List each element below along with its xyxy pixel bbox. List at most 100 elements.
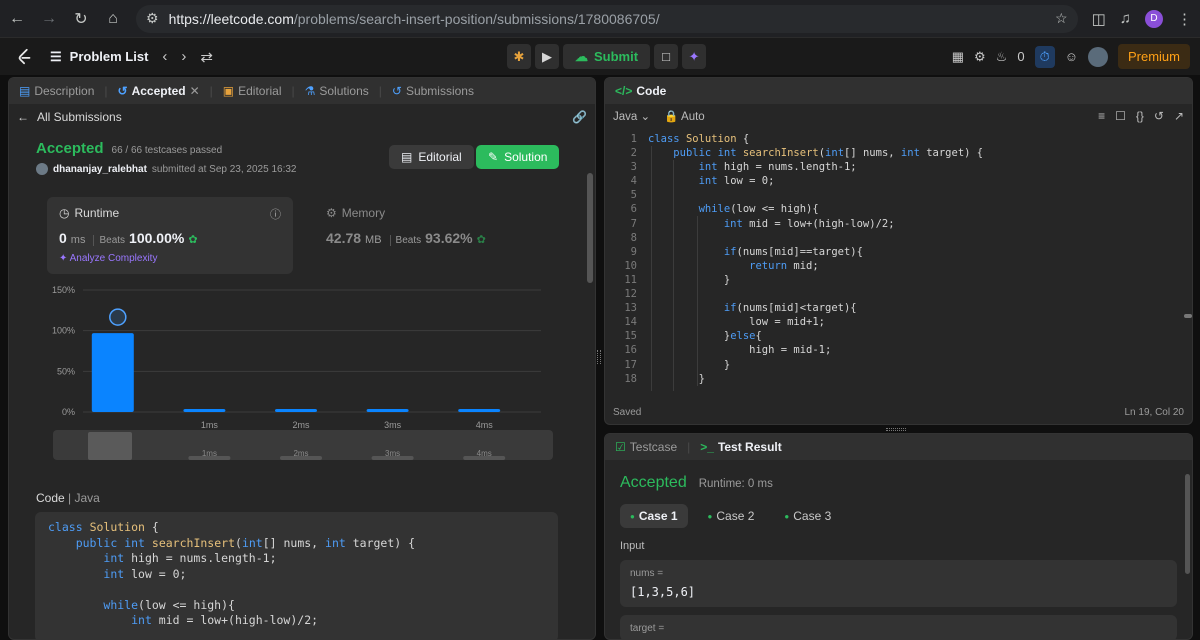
braces-icon[interactable]: {} bbox=[1136, 109, 1144, 123]
debug-button[interactable]: ✱ bbox=[507, 44, 531, 69]
tab-solutions[interactable]: ⚗ Solutions bbox=[301, 84, 373, 98]
bar[interactable] bbox=[275, 409, 317, 412]
run-button[interactable]: ▶ bbox=[535, 44, 559, 69]
editor-toolbar: Java ⌄ 🔒 Auto ≡ ☐ {} ↺ ↗ bbox=[605, 104, 1192, 128]
tab-submissions[interactable]: ↺ Submissions bbox=[388, 84, 478, 98]
tab-divider: | bbox=[291, 84, 295, 98]
play-icon: ▶ bbox=[542, 48, 552, 64]
tab-editorial[interactable]: ▣ Editorial bbox=[219, 84, 286, 98]
notes-button[interactable]: □ bbox=[654, 44, 679, 69]
code-editor[interactable]: 1 2 3 4 5 6 7 8 9 10 11 12 13 14 15 16 17 18 class Soluti… bbox=[605, 132, 1192, 391]
runtime-unit: ms bbox=[70, 234, 86, 246]
fullscreen-icon[interactable]: ↗ bbox=[1174, 109, 1184, 123]
streak-fire-icon[interactable]: ♨ bbox=[996, 49, 1008, 65]
tab-description[interactable]: ▤ Description bbox=[15, 84, 98, 98]
premium-button[interactable]: Premium bbox=[1117, 44, 1190, 69]
line-number: 18 bbox=[624, 372, 637, 385]
submitter-name[interactable]: dhananjay_ralebhat bbox=[53, 164, 147, 175]
language-select[interactable]: Java ⌄ bbox=[613, 109, 650, 123]
y-tick-label: 50% bbox=[57, 366, 75, 376]
line-number: 8 bbox=[630, 231, 637, 244]
line-number: 11 bbox=[624, 273, 637, 286]
y-tick-label: 100% bbox=[52, 326, 75, 336]
leetcode-logo-icon[interactable] bbox=[16, 48, 34, 66]
forward-arrow-icon[interactable]: → bbox=[40, 10, 58, 28]
tab-code[interactable]: </> Code bbox=[611, 84, 670, 98]
bookmark-icon[interactable]: ☐ bbox=[1115, 109, 1126, 123]
bookmark-star-icon[interactable]: ☆ bbox=[1055, 10, 1068, 27]
close-tab-icon[interactable]: ✕ bbox=[190, 84, 200, 98]
tab-testcase[interactable]: ☑ Testcase bbox=[611, 440, 681, 454]
memory-card[interactable]: ⚙ Memory 42.78 MB Beats 93.62% ✿ bbox=[314, 197, 560, 274]
add-friend-icon[interactable]: ☺ bbox=[1065, 49, 1078, 64]
y-tick-label: 0% bbox=[62, 407, 75, 417]
bar[interactable] bbox=[183, 409, 226, 412]
edit-icon: ✎ bbox=[488, 150, 499, 164]
range-handle[interactable] bbox=[88, 432, 132, 460]
input-var-name: target = bbox=[630, 623, 665, 634]
vertical-resize-handle[interactable] bbox=[597, 350, 601, 364]
clock-icon: ◷ bbox=[59, 206, 70, 220]
code-editor-panel: </> Code Java ⌄ 🔒 Auto ≡ ☐ {} ↺ ↗ 1234567… bbox=[604, 77, 1193, 425]
line-number: 9 bbox=[630, 245, 637, 258]
extensions-icon[interactable]: ◫ bbox=[1092, 10, 1106, 28]
info-icon[interactable]: ⓘ bbox=[270, 206, 281, 222]
profile-avatar[interactable]: D bbox=[1145, 9, 1163, 28]
line-number: 1 bbox=[630, 133, 637, 145]
back-arrow-icon[interactable]: ← bbox=[8, 10, 26, 28]
code-brackets-icon: </> bbox=[615, 84, 633, 98]
code-line: int high = nums.length-1; bbox=[698, 161, 857, 174]
share-link-icon[interactable]: 🔗 bbox=[572, 110, 587, 124]
autocomplete-mode[interactable]: 🔒 Auto bbox=[664, 109, 705, 123]
settings-gear-icon[interactable]: ⚙ bbox=[974, 49, 986, 65]
code-line: } bbox=[648, 273, 731, 286]
code-line: }else{ bbox=[648, 330, 762, 343]
case-tab-1[interactable]: ● Case 1 bbox=[620, 504, 688, 528]
media-icon[interactable]: ♫ bbox=[1120, 10, 1131, 27]
bar[interactable] bbox=[366, 409, 409, 412]
code-line: return mid; bbox=[749, 259, 819, 272]
tab-description-label: Description bbox=[34, 84, 95, 98]
tab-accepted[interactable]: ↺ Accepted ✕ bbox=[114, 84, 204, 98]
address-bar[interactable]: ⚙ https://leetcode.com/problems/search-i… bbox=[136, 4, 1078, 33]
menu-dots-icon[interactable]: ⋮ bbox=[1177, 10, 1192, 28]
bar[interactable] bbox=[458, 409, 501, 412]
analyze-complexity-link[interactable]: ✦ Analyze Complexity bbox=[59, 253, 281, 264]
editor-source: class Solution { public int searchInsert… bbox=[648, 132, 983, 386]
submit-button[interactable]: ☁ Submit bbox=[563, 44, 651, 69]
prev-problem-icon[interactable]: ‹ bbox=[162, 48, 167, 65]
all-submissions-link[interactable]: ← All Submissions bbox=[17, 110, 122, 124]
leaf-icon: ✿ bbox=[188, 234, 198, 246]
timer-icon[interactable]: ⏱ bbox=[1034, 45, 1055, 68]
layout-icon[interactable]: ▦ bbox=[952, 49, 964, 65]
solution-button[interactable]: ✎ Solution bbox=[476, 145, 560, 169]
editor-scroll-marker[interactable] bbox=[1184, 314, 1192, 318]
left-scrollbar[interactable] bbox=[587, 173, 593, 283]
format-icon[interactable]: ≡ bbox=[1098, 109, 1105, 123]
case-tab-3[interactable]: ● Case 3 bbox=[774, 504, 841, 528]
memory-beats-label: Beats bbox=[389, 235, 421, 246]
chevron-down-icon: ⌄ bbox=[640, 111, 651, 123]
problem-list-link[interactable]: ☰ Problem List bbox=[50, 49, 148, 65]
test-scrollbar[interactable] bbox=[1185, 474, 1190, 574]
runtime-card[interactable]: ◷ Runtime ⓘ 0 ms Beats 100.00% ✿ ✦ Analyz… bbox=[47, 197, 293, 274]
runtime-distribution-chart: 150% 100% 50% 0% 1ms 2ms 3ms 4ms 1ms 2ms 3ms 4ms bbox=[35, 278, 559, 478]
sparkle-icon: ✦ bbox=[59, 253, 68, 264]
shuffle-icon[interactable]: ⇄ bbox=[200, 48, 213, 66]
horizontal-resize-handle[interactable] bbox=[886, 428, 906, 431]
reload-icon[interactable]: ↻ bbox=[72, 9, 90, 29]
home-icon[interactable]: ⌂ bbox=[104, 10, 122, 28]
code-line: if(nums[mid]<target){ bbox=[723, 302, 857, 315]
bar[interactable] bbox=[91, 333, 134, 412]
reset-icon[interactable]: ↺ bbox=[1154, 109, 1164, 123]
code-line: class Solution { bbox=[48, 520, 159, 534]
case-tab-2[interactable]: ● Case 2 bbox=[698, 504, 765, 528]
tab-test-result[interactable]: >_ Test Result bbox=[696, 440, 785, 454]
site-info-icon[interactable]: ⚙ bbox=[146, 10, 159, 27]
next-problem-icon[interactable]: › bbox=[181, 48, 186, 65]
tab-accepted-label: Accepted bbox=[131, 84, 186, 98]
user-avatar[interactable] bbox=[1087, 46, 1108, 67]
ai-button[interactable]: ✦ bbox=[682, 44, 707, 69]
editorial-button[interactable]: ▤ Editorial bbox=[389, 145, 474, 169]
